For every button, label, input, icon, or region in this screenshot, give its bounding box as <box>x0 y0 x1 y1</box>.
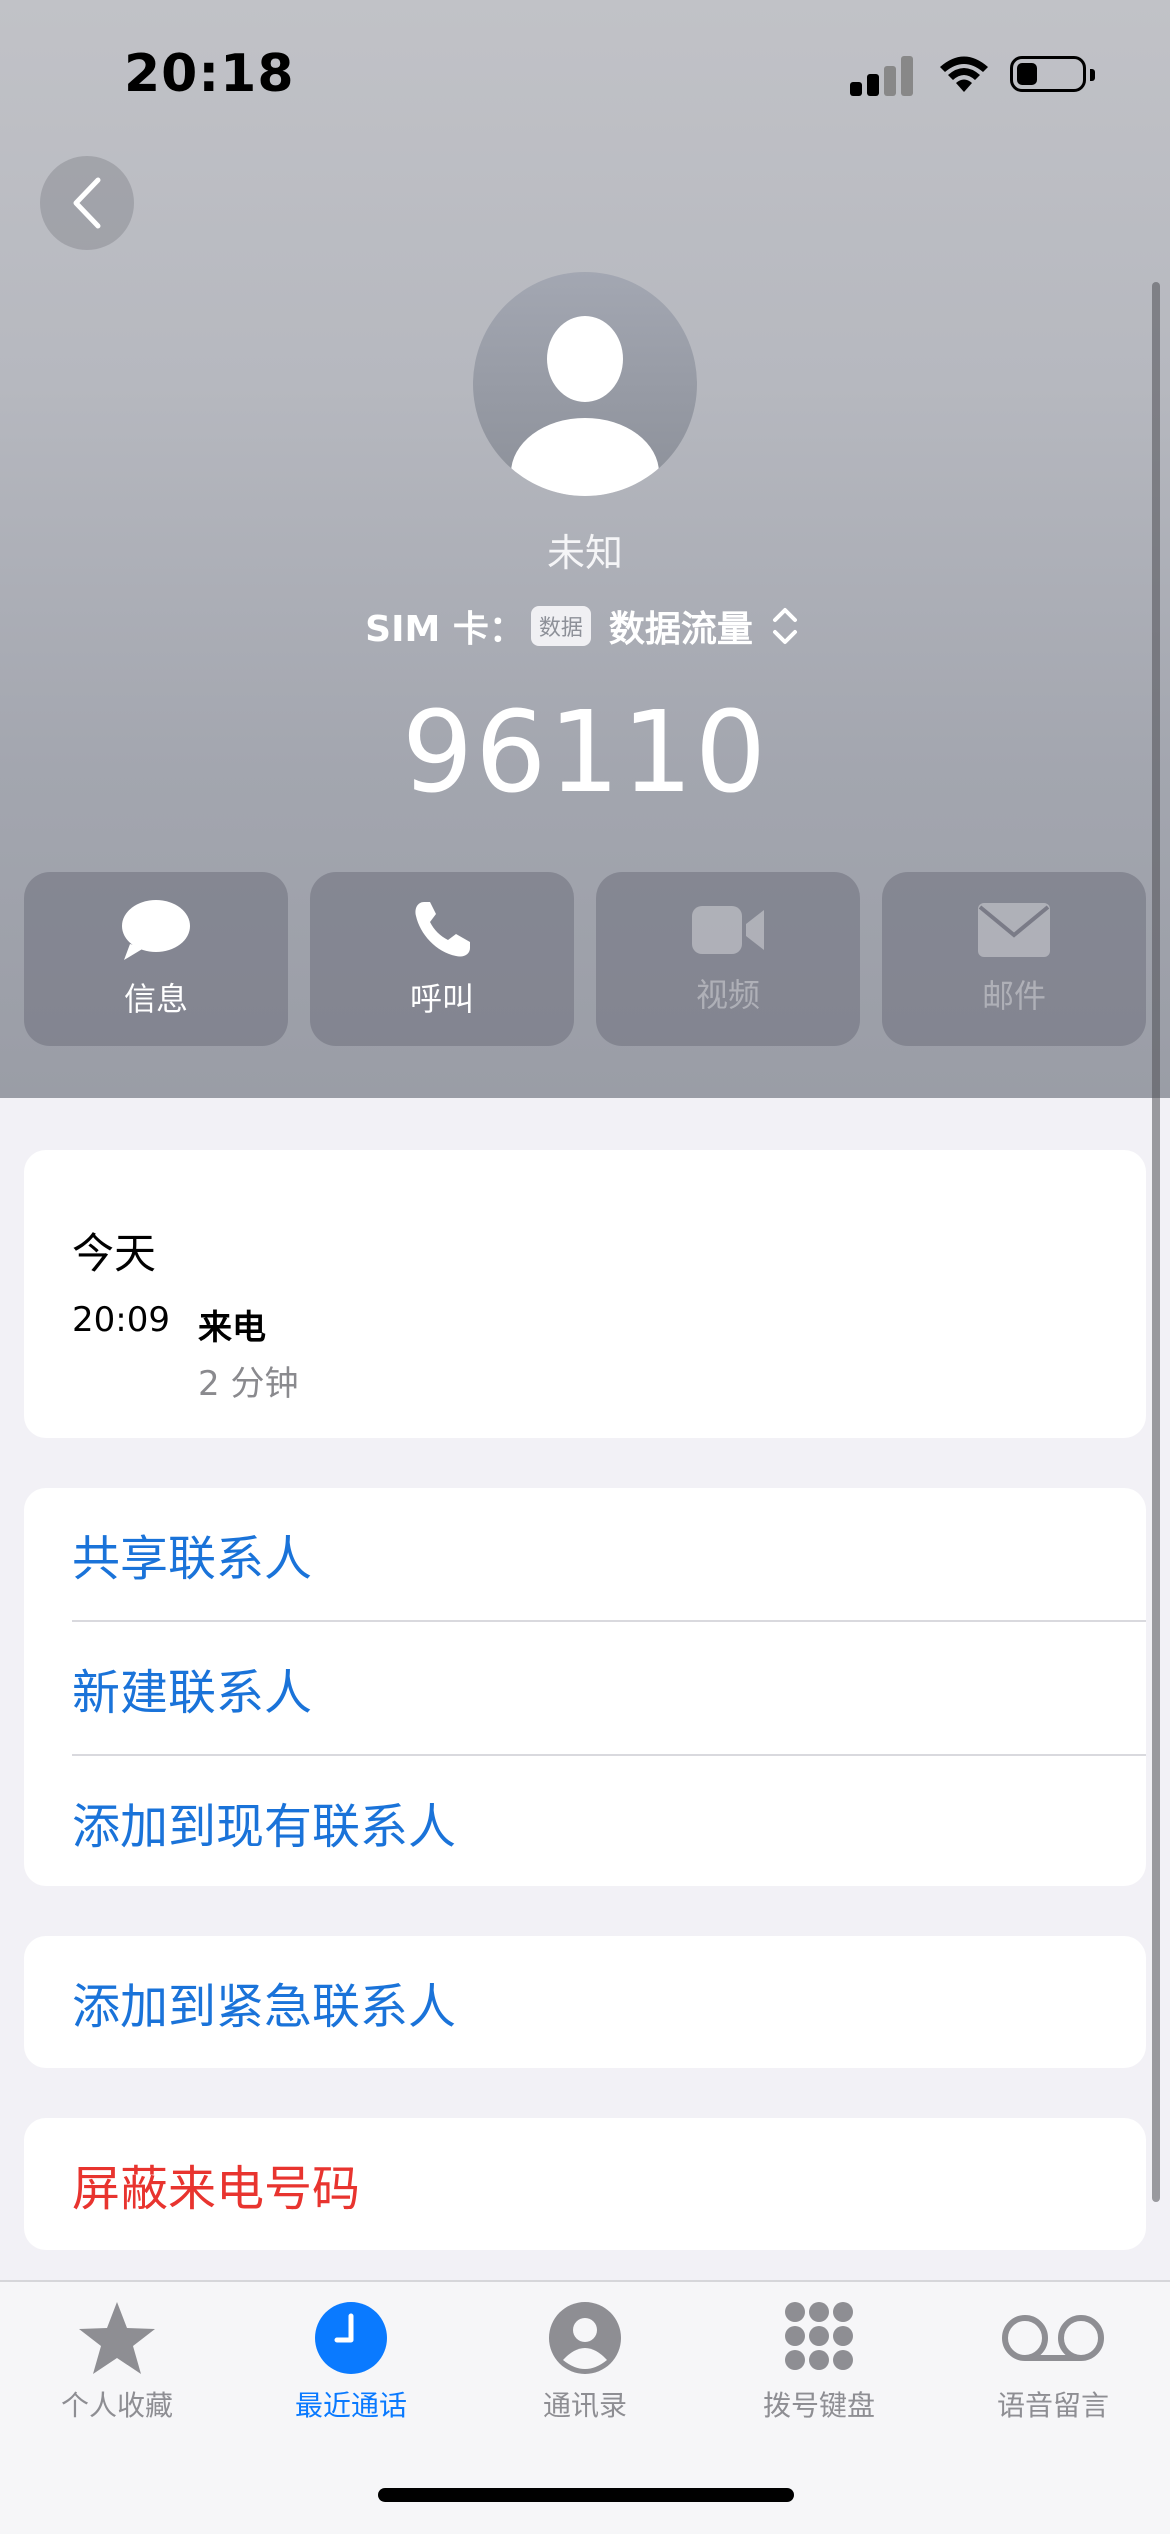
contact-options-card: 共享联系人 新建联系人 添加到现有联系人 <box>24 1488 1146 1886</box>
history-duration: 2 分钟 <box>198 1364 299 1404</box>
history-date: 今天 <box>72 1229 157 1278</box>
block-caller-button[interactable]: 屏蔽来电号码 <box>72 2118 1146 2250</box>
add-to-existing-contact-button[interactable]: 添加到现有联系人 <box>72 1756 1146 1888</box>
tab-recents[interactable]: 最近通话 <box>234 2300 468 2424</box>
tab-recents-label: 最近通话 <box>294 2389 407 2422</box>
mail-button[interactable]: 邮件 <box>882 872 1146 1046</box>
voicemail-icon <box>1002 2315 1104 2361</box>
tab-favorites[interactable]: 个人收藏 <box>0 2300 234 2424</box>
call-history-card: 今天 20:09 来电 2 分钟 <box>24 1150 1146 1438</box>
phone-icon <box>415 902 470 957</box>
phone-number: 96110 <box>401 688 769 818</box>
contact-name: 未知 <box>546 531 623 575</box>
mail-icon <box>978 903 1050 957</box>
message-icon <box>122 900 190 960</box>
tab-keypad[interactable]: 拨号键盘 <box>702 2300 936 2424</box>
block-card: 屏蔽来电号码 <box>24 2118 1146 2250</box>
wifi-icon <box>940 56 988 92</box>
home-indicator <box>378 2488 794 2502</box>
message-label: 信息 <box>123 980 188 1018</box>
tab-favorites-label: 个人收藏 <box>60 2389 173 2422</box>
chevron-left-icon <box>73 177 101 229</box>
tab-contacts-label: 通讯录 <box>542 2389 627 2422</box>
emergency-card: 添加到紧急联系人 <box>24 1936 1146 2068</box>
person-icon <box>549 2302 621 2374</box>
sim-label: SIM 卡： <box>365 609 525 650</box>
tab-keypad-label: 拨号键盘 <box>762 2389 875 2422</box>
new-contact-button[interactable]: 新建联系人 <box>72 1622 1146 1754</box>
battery-icon <box>1010 56 1095 92</box>
message-button[interactable]: 信息 <box>24 872 288 1046</box>
history-time: 20:09 <box>72 1300 170 1340</box>
share-contact-button[interactable]: 共享联系人 <box>72 1488 1146 1620</box>
tab-voicemail-label: 语音留言 <box>996 2389 1109 2422</box>
avatar <box>473 272 697 496</box>
status-icons <box>850 50 1100 100</box>
scrollbar[interactable] <box>1152 282 1160 2202</box>
sim-selector[interactable]: SIM 卡： 数据 数据流量 <box>0 600 1170 652</box>
mail-label: 邮件 <box>981 977 1046 1015</box>
sim-badge: 数据 <box>530 606 591 646</box>
call-label: 呼叫 <box>409 980 474 1018</box>
status-time: 20:18 <box>124 44 295 104</box>
star-icon <box>79 2302 155 2374</box>
tab-contacts[interactable]: 通讯录 <box>468 2300 702 2424</box>
video-label: 视频 <box>695 976 760 1014</box>
contact-header: 20:18 未知 SIM 卡： 数据 数据流量 96110 信息 呼叫 视频 邮… <box>0 0 1170 1098</box>
history-type: 来电 <box>198 1308 266 1348</box>
call-button[interactable]: 呼叫 <box>310 872 574 1046</box>
tab-voicemail[interactable]: 语音留言 <box>936 2300 1170 2424</box>
video-button[interactable]: 视频 <box>596 872 860 1046</box>
clock-icon <box>315 2302 387 2374</box>
sim-value: 数据流量 <box>608 609 753 650</box>
chevron-up-down-icon <box>772 608 797 644</box>
back-button[interactable] <box>40 156 134 250</box>
video-icon <box>692 906 764 954</box>
keypad-icon <box>785 2302 853 2370</box>
add-emergency-contact-button[interactable]: 添加到紧急联系人 <box>72 1936 1146 2068</box>
signal-icon <box>850 56 914 96</box>
